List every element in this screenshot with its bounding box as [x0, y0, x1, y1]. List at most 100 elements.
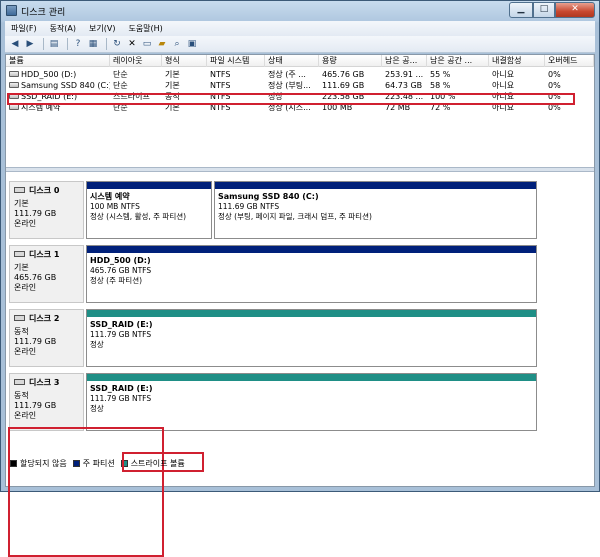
- partition-block[interactable]: Samsung SSD 840 (C:) 111.69 GB NTFS 정상 (부팅…: [214, 181, 537, 239]
- toolbar: ◀ ▶ ▤ ? ▦ ↻ ✕ ▭ ▰ ⌕ ▣: [5, 36, 595, 53]
- volume-list-header: 볼륨 레이아웃 형식 파일 시스템 상태 용량 남은 공... 남은 공간 ..…: [6, 55, 594, 67]
- disk-label-0[interactable]: 디스크 0 기본 111.79 GB 온라인: [9, 181, 84, 239]
- striped-volume-bar: [87, 374, 536, 381]
- new-disk-icon[interactable]: ▭: [141, 38, 153, 50]
- partition-name: SSD_RAID (E:): [90, 384, 153, 393]
- disk-size: 465.76 GB: [14, 273, 57, 282]
- properties-icon[interactable]: ▦: [87, 38, 99, 50]
- volume-list: 볼륨 레이아웃 형식 파일 시스템 상태 용량 남은 공... 남은 공간 ..…: [6, 55, 594, 167]
- cell-text: 아니요: [492, 81, 515, 90]
- maximize-button[interactable]: □: [533, 2, 555, 18]
- cell-text: 64.73 GB: [385, 81, 423, 90]
- disk-type: 동적: [14, 327, 29, 336]
- menu-view[interactable]: 보기(V): [89, 23, 115, 34]
- highlight-box-striped-legend: [122, 452, 204, 472]
- menu-file[interactable]: 파일(F): [11, 23, 37, 34]
- disk-title: 디스크 2: [14, 313, 79, 324]
- disk-label-3[interactable]: 디스크 3 동적 111.79 GB 온라인: [9, 373, 84, 431]
- disk-type: 동적: [14, 391, 29, 400]
- disk-status: 온라인: [14, 283, 37, 292]
- cell-capacity: 465.76 GB: [319, 69, 382, 80]
- column-header-free-percent[interactable]: 남은 공간 ...: [427, 55, 489, 67]
- cell-text: 기본: [165, 81, 180, 90]
- partition-block[interactable]: SSD_RAID (E:) 111.79 GB NTFS 정상: [86, 373, 537, 431]
- column-header-volume[interactable]: 볼륨: [6, 55, 110, 67]
- window-controls: ▁ □ ✕: [509, 2, 595, 18]
- cell-text: 아니요: [492, 70, 515, 79]
- disk-label-2[interactable]: 디스크 2 동적 111.79 GB 온라인: [9, 309, 84, 367]
- cell-fault-tolerance: 아니요: [489, 69, 545, 80]
- disk-label-1[interactable]: 디스크 1 기본 465.76 GB 온라인: [9, 245, 84, 303]
- disk-name: 디스크 1: [29, 250, 60, 259]
- cell-free-percent: 58 %: [427, 80, 489, 91]
- disk-management-icon: [6, 5, 17, 16]
- search-icon[interactable]: ⌕: [171, 38, 183, 50]
- partition-block[interactable]: HDD_500 (D:) 465.76 GB NTFS 정상 (주 파티션): [86, 245, 537, 303]
- cell-layout: 단순: [110, 80, 162, 91]
- partition-block[interactable]: SSD_RAID (E:) 111.79 GB NTFS 정상: [86, 309, 537, 367]
- partition-status: 정상: [90, 340, 104, 349]
- open-folder-icon[interactable]: ▰: [156, 38, 168, 50]
- close-button[interactable]: ✕: [555, 2, 595, 18]
- column-header-free-space[interactable]: 남은 공...: [382, 55, 427, 67]
- help-icon[interactable]: ?: [72, 38, 84, 50]
- partition-name: Samsung SSD 840 (C:): [218, 192, 319, 201]
- volume-icon: [9, 70, 19, 77]
- volume-row[interactable]: Samsung SSD 840 (C:) 단순 기본 NTFS 정상 (부팅... 111…: [6, 80, 594, 91]
- cell-text: 기본: [165, 70, 180, 79]
- menu-action[interactable]: 동작(A): [50, 23, 76, 34]
- cell-text: 0%: [548, 81, 561, 90]
- cell-capacity: 111.69 GB: [319, 80, 382, 91]
- column-header-status[interactable]: 상태: [265, 55, 319, 67]
- column-header-layout[interactable]: 레이아웃: [110, 55, 162, 67]
- forward-arrow-icon[interactable]: ▶: [24, 38, 36, 50]
- column-header-overhead[interactable]: 오버헤드: [545, 55, 594, 67]
- cell-text: 58 %: [430, 81, 451, 90]
- disk-size: 111.79 GB: [14, 337, 57, 346]
- cell-layout: 단순: [110, 69, 162, 80]
- title-bar[interactable]: 디스크 관리 ▁ □ ✕: [1, 1, 599, 21]
- toolbar-separator: [43, 38, 44, 50]
- legend-item-primary-partition: 주 파티션: [72, 458, 115, 469]
- legend-swatch: [10, 459, 17, 467]
- delete-icon[interactable]: ✕: [126, 38, 138, 50]
- legend: 할당되지 않음 주 파티션 스트라이프 볼륨: [6, 455, 594, 471]
- partition-size: 111.79 GB NTFS: [90, 394, 152, 403]
- volume-row[interactable]: HDD_500 (D:) 단순 기본 NTFS 정상 (주 ... 465.76 GB 25…: [6, 69, 594, 80]
- partition-status: 정상 (부팅, 페이지 파일, 크래시 덤프, 주 파티션): [218, 212, 372, 221]
- minimize-button[interactable]: ▁: [509, 2, 533, 18]
- cell-overhead: 0%: [545, 69, 594, 80]
- cell-text: 정상 (부팅...: [268, 81, 311, 90]
- column-header-filesystem[interactable]: 파일 시스템: [207, 55, 265, 67]
- disk-title: 디스크 1: [14, 249, 79, 260]
- refresh-icon[interactable]: ↻: [111, 38, 123, 50]
- window-title: 디스크 관리: [21, 8, 66, 18]
- column-header-capacity[interactable]: 용량: [319, 55, 382, 67]
- legend-label: 주 파티션: [82, 458, 115, 468]
- cell-text: 정상 (주 ...: [268, 70, 306, 79]
- primary-partition-bar: [87, 246, 536, 253]
- disk-name: 디스크 3: [29, 378, 60, 387]
- highlight-box-raid-volume: [7, 93, 575, 105]
- volume-icon: [9, 81, 19, 88]
- pane-splitter[interactable]: [6, 167, 594, 172]
- column-header-type[interactable]: 형식: [162, 55, 207, 67]
- cell-type: 기본: [162, 69, 207, 80]
- cell-text: 111.69 GB: [322, 81, 365, 90]
- column-header-fault-tolerance[interactable]: 내결함성: [489, 55, 545, 67]
- disk-name: 디스크 0: [29, 186, 60, 195]
- partition-info: SSD_RAID (E:) 111.79 GB NTFS 정상: [90, 320, 534, 364]
- disk-type: 기본: [14, 263, 29, 272]
- cell-status: 정상 (부팅...: [265, 80, 319, 91]
- console-tree-icon[interactable]: ▤: [48, 38, 60, 50]
- partition-block[interactable]: 시스템 예약 100 MB NTFS 정상 (시스템, 활성, 주 파티션): [86, 181, 212, 239]
- partition-size: 111.69 GB NTFS: [218, 202, 280, 211]
- back-arrow-icon[interactable]: ◀: [9, 38, 21, 50]
- settings-icon[interactable]: ▣: [186, 38, 198, 50]
- cell-status: 정상 (주 ...: [265, 69, 319, 80]
- cell-volume: HDD_500 (D:): [6, 69, 110, 80]
- menu-help[interactable]: 도움말(H): [128, 23, 162, 34]
- hard-disk-icon: [14, 378, 25, 385]
- disk-type: 기본: [14, 199, 29, 208]
- cell-filesystem: NTFS: [207, 80, 265, 91]
